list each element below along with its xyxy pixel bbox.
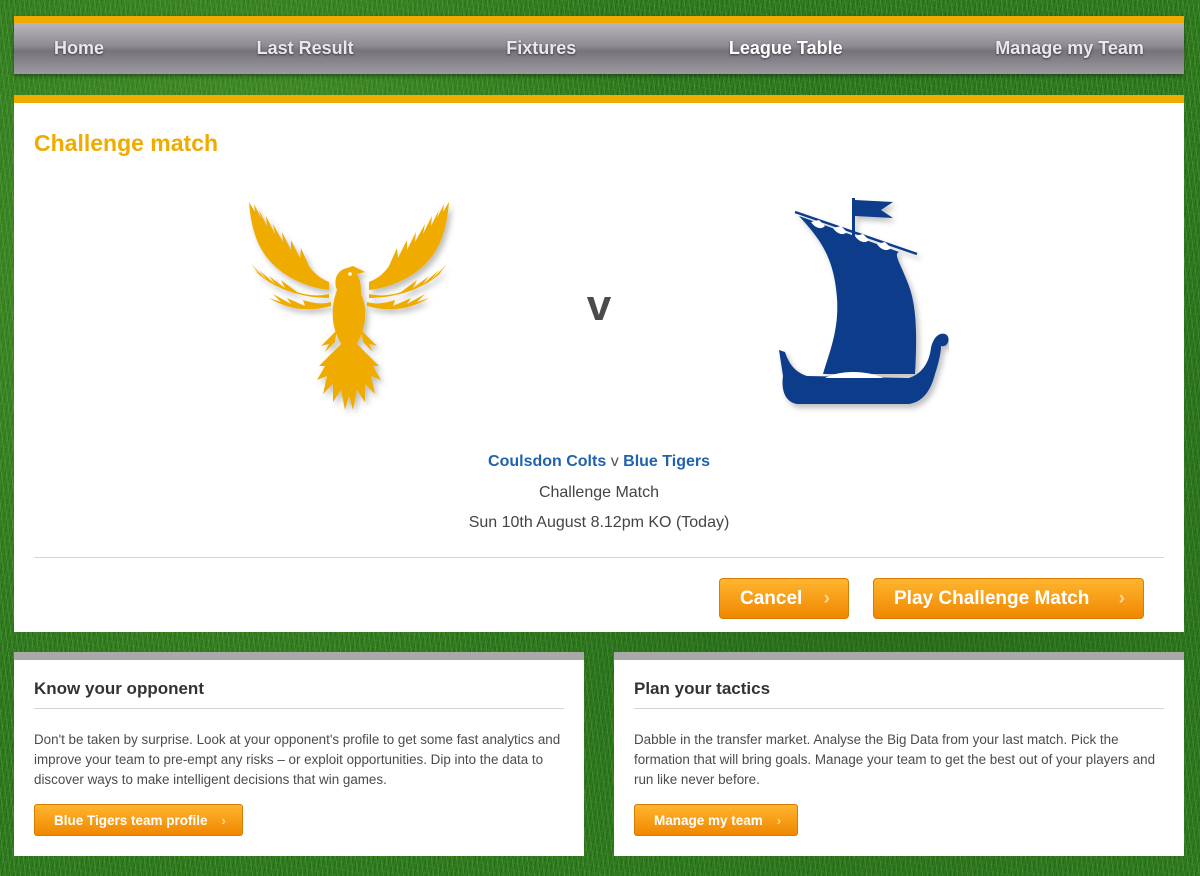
kickoff-datetime: Sun 10th August 8.12pm KO (Today)	[468, 514, 730, 531]
manage-team-button[interactable]: Manage my team ›	[634, 804, 799, 836]
panel-body: Don't be taken by surprise. Look at your…	[34, 732, 561, 787]
chevron-right-icon: ›	[1118, 587, 1125, 609]
divider	[34, 708, 564, 709]
main-nav: Home Last Result Fixtures League Table M…	[14, 16, 1184, 74]
know-opponent-panel: Know your opponent Don't be taken by sur…	[14, 652, 584, 856]
teams-separator: v	[610, 453, 619, 470]
nav-manage-my-team[interactable]: Manage my Team	[995, 38, 1144, 59]
panel-title: Know your opponent	[34, 679, 204, 698]
viking-ship-crest-icon	[779, 198, 949, 404]
play-challenge-match-button[interactable]: Play Challenge Match ›	[873, 578, 1144, 619]
home-team-link[interactable]: Coulsdon Colts	[488, 453, 606, 470]
nav-league-table[interactable]: League Table	[729, 38, 843, 59]
nav-fixtures[interactable]: Fixtures	[506, 38, 576, 59]
page-title: Challenge match	[34, 130, 219, 156]
chevron-right-icon: ›	[221, 812, 226, 828]
panel-body: Dabble in the transfer market. Analyse t…	[634, 732, 1156, 787]
match-teams: Coulsdon Colts v Blue Tigers	[14, 453, 1184, 471]
versus-label: v	[586, 281, 612, 330]
nav-home[interactable]: Home	[54, 38, 104, 59]
chevron-right-icon: ›	[823, 587, 830, 609]
away-team-link[interactable]: Blue Tigers	[623, 453, 710, 470]
divider	[634, 708, 1164, 709]
panel-title: Plan your tactics	[634, 679, 771, 698]
team-profile-button[interactable]: Blue Tigers team profile ›	[34, 804, 243, 836]
nav-last-result[interactable]: Last Result	[257, 38, 354, 59]
divider	[34, 557, 1164, 558]
cancel-button-label: Cancel	[740, 587, 803, 609]
team-profile-button-label: Blue Tigers team profile	[54, 812, 208, 828]
competition-label: Challenge Match	[538, 484, 660, 501]
chevron-right-icon: ›	[776, 812, 782, 828]
cancel-button[interactable]: Cancel ›	[719, 578, 849, 619]
play-button-label: Play Challenge Match	[894, 587, 1090, 609]
phoenix-crest-icon	[249, 202, 449, 410]
challenge-match-card: Challenge match v Coulsdon Colts v Blue …	[14, 95, 1184, 632]
manage-team-button-label: Manage my team	[654, 812, 763, 828]
plan-tactics-panel: Plan your tactics Dabble in the transfer…	[614, 652, 1184, 856]
